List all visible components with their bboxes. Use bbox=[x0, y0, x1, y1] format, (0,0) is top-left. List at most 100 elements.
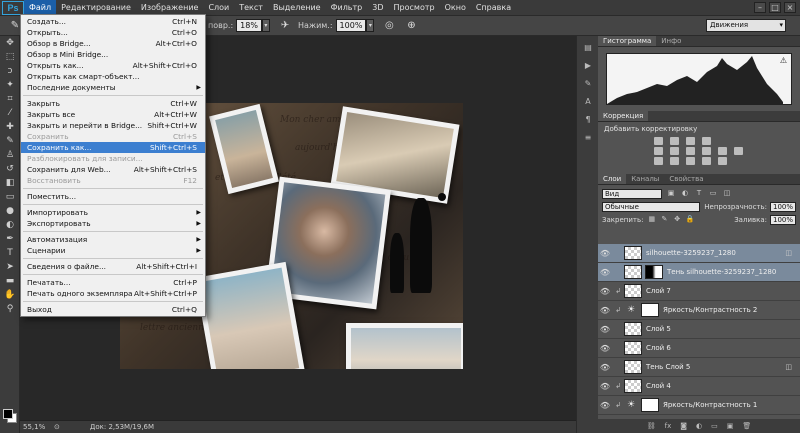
file-menu-item[interactable]: Открыть... Ctrl+O bbox=[21, 27, 205, 38]
layer-row[interactable]: 👁 Тень Слой 5 ◫ bbox=[598, 358, 800, 377]
layer-row[interactable]: 👁 Слой 5 bbox=[598, 320, 800, 339]
visibility-eye-icon[interactable]: 👁 bbox=[598, 325, 612, 334]
file-menu-item[interactable]: Обзор в Bridge... Alt+Ctrl+O bbox=[21, 38, 205, 49]
flow-dropdown[interactable]: ▾ bbox=[261, 19, 270, 32]
file-menu-item[interactable]: Экспортировать ▶ bbox=[21, 218, 205, 229]
file-menu-item[interactable]: Закрыть и перейти в Bridge... Shift+Ctrl+… bbox=[21, 120, 205, 131]
visibility-eye-icon[interactable]: 👁 bbox=[598, 306, 612, 315]
pen-tool-icon[interactable]: ✒ bbox=[2, 233, 18, 246]
exposure-icon[interactable] bbox=[702, 137, 711, 145]
zoom-tool-icon[interactable]: ⚲ bbox=[2, 303, 18, 316]
layer-filter-dropdown[interactable]: Вид bbox=[602, 188, 662, 199]
brush-tool-icon[interactable]: ✎ bbox=[2, 135, 18, 148]
opacity-input[interactable]: 100% bbox=[769, 201, 796, 212]
new-adjustment-icon[interactable]: ◐ bbox=[696, 422, 702, 430]
invert-icon[interactable] bbox=[654, 157, 663, 165]
layer-name[interactable]: Слой 7 bbox=[646, 287, 671, 295]
path-select-tool-icon[interactable]: ➤ bbox=[2, 261, 18, 274]
file-menu-item[interactable]: Закрыть все Alt+Ctrl+W bbox=[21, 109, 205, 120]
pressure-input[interactable]: 100% bbox=[335, 19, 367, 32]
levels-icon[interactable] bbox=[670, 137, 679, 145]
lock-pixels-icon[interactable]: ✎ bbox=[660, 215, 669, 224]
file-menu-item[interactable]: Печатать... Ctrl+P bbox=[21, 277, 205, 288]
file-menu-item[interactable]: Сведения о файле... Alt+Shift+Ctrl+I bbox=[21, 261, 205, 272]
visibility-eye-icon[interactable]: 👁 bbox=[598, 344, 612, 353]
hand-tool-icon[interactable]: ✋ bbox=[2, 289, 18, 302]
foreground-color-swatch[interactable] bbox=[3, 409, 13, 419]
airbrush-icon[interactable]: ✈ bbox=[278, 19, 292, 32]
history-brush-icon[interactable]: ↺ bbox=[2, 163, 18, 176]
layer-thumbnail[interactable] bbox=[624, 360, 642, 374]
visibility-eye-icon[interactable]: 👁 bbox=[598, 401, 612, 410]
layer-mask-thumbnail[interactable] bbox=[641, 303, 659, 317]
layer-thumbnail[interactable] bbox=[624, 265, 642, 279]
filter-pixel-icon[interactable]: ▣ bbox=[666, 189, 676, 198]
stamp-tool-icon[interactable]: ♙ bbox=[2, 149, 18, 162]
close-button[interactable]: × bbox=[784, 2, 796, 13]
file-menu-item[interactable]: Обзор в Mini Bridge... bbox=[21, 49, 205, 60]
tab-histogram[interactable]: Гистограмма bbox=[598, 36, 657, 46]
black-white-icon[interactable] bbox=[702, 147, 711, 155]
file-menu-item[interactable]: Сохранить для Web... Alt+Shift+Ctrl+S bbox=[21, 164, 205, 175]
file-menu-item[interactable]: Сценарии ▶ bbox=[21, 245, 205, 256]
character-panel-icon[interactable]: A bbox=[581, 96, 595, 108]
layer-name[interactable]: Слой 4 bbox=[646, 382, 671, 390]
tablet-size-icon[interactable]: ⊕ bbox=[404, 19, 418, 32]
gradient-tool-icon[interactable]: ▭ bbox=[2, 191, 18, 204]
tablet-pressure-icon[interactable]: ◎ bbox=[382, 19, 396, 32]
tab-layers[interactable]: Слои bbox=[598, 174, 627, 184]
shape-tool-icon[interactable]: ▬ bbox=[2, 275, 18, 288]
menu-10[interactable]: Справка bbox=[471, 0, 516, 16]
layer-thumbnail[interactable] bbox=[624, 341, 642, 355]
channel-mixer-icon[interactable] bbox=[734, 147, 743, 155]
blur-tool-icon[interactable]: ● bbox=[2, 205, 18, 218]
flow-input[interactable]: 18% bbox=[236, 19, 262, 32]
layer-row[interactable]: 👁 ↲ ☀ Яркость/Контрастность 1 bbox=[598, 396, 800, 415]
tab-info[interactable]: Инфо bbox=[656, 36, 686, 46]
file-menu-item[interactable]: Создать... Ctrl+N bbox=[21, 16, 205, 27]
delete-layer-icon[interactable]: 🗑 bbox=[742, 422, 751, 430]
history-panel-icon[interactable]: ▤ bbox=[581, 42, 595, 54]
menu-7[interactable]: 3D bbox=[367, 0, 388, 16]
selective-color-icon[interactable] bbox=[718, 157, 727, 165]
lock-all-icon[interactable]: 🔒 bbox=[685, 215, 694, 224]
layer-row[interactable]: 👁 ↲ Слой 4 bbox=[598, 377, 800, 396]
layer-name[interactable]: silhouette-3259237_1280 bbox=[646, 249, 736, 257]
menu-8[interactable]: Просмотр bbox=[389, 0, 440, 16]
visibility-eye-icon[interactable]: 👁 bbox=[598, 249, 612, 258]
layer-name[interactable]: Яркость/Контрастность 2 bbox=[663, 306, 757, 314]
filter-type-icon[interactable]: T bbox=[694, 189, 704, 198]
quick-select-tool-icon[interactable]: ✦ bbox=[2, 79, 18, 92]
workspace-dropdown[interactable]: Движения bbox=[706, 19, 786, 32]
filter-adjust-icon[interactable]: ◐ bbox=[680, 189, 690, 198]
threshold-icon[interactable] bbox=[686, 157, 695, 165]
file-menu-item[interactable]: Закрыть Ctrl+W bbox=[21, 98, 205, 109]
photo-filter-icon[interactable] bbox=[718, 147, 727, 155]
file-menu-item[interactable]: Последние документы ▶ bbox=[21, 82, 205, 93]
actions-panel-icon[interactable]: ▶ bbox=[581, 60, 595, 72]
menu-4[interactable]: Текст bbox=[234, 0, 268, 16]
layer-row[interactable]: 👁 Тень silhouette-3259237_1280 bbox=[598, 263, 800, 282]
new-group-icon[interactable]: ▭ bbox=[711, 422, 718, 430]
layer-name[interactable]: Яркость/Контрастность 1 bbox=[663, 401, 757, 409]
layer-name[interactable]: Слой 6 bbox=[646, 344, 671, 352]
curves-icon[interactable] bbox=[686, 137, 695, 145]
zoom-level[interactable]: 55,1% bbox=[20, 423, 54, 431]
healing-tool-icon[interactable]: ✚ bbox=[2, 121, 18, 134]
crop-tool-icon[interactable]: ⌗ bbox=[2, 93, 18, 106]
layer-name[interactable]: Тень silhouette-3259237_1280 bbox=[667, 268, 776, 276]
document-size[interactable]: Док: 2,53M/19,6M bbox=[90, 423, 154, 431]
eraser-tool-icon[interactable]: ◧ bbox=[2, 177, 18, 190]
dodge-tool-icon[interactable]: ◐ bbox=[2, 219, 18, 232]
file-menu-item[interactable]: Открыть как... Alt+Shift+Ctrl+O bbox=[21, 60, 205, 71]
brush-panel-icon[interactable]: ✎ bbox=[581, 78, 595, 90]
visibility-eye-icon[interactable]: 👁 bbox=[598, 287, 612, 296]
menu-9[interactable]: Окно bbox=[440, 0, 471, 16]
menu-6[interactable]: Фильтр bbox=[326, 0, 368, 16]
filter-smart-icon[interactable]: ◫ bbox=[722, 189, 732, 198]
marquee-tool-icon[interactable]: ⬚ bbox=[2, 51, 18, 64]
file-menu-item[interactable]: Импортировать ▶ bbox=[21, 207, 205, 218]
link-layers-icon[interactable]: ⛓ bbox=[647, 422, 656, 430]
tab-properties[interactable]: Свойства bbox=[664, 174, 708, 184]
brightness-icon[interactable] bbox=[654, 137, 663, 145]
